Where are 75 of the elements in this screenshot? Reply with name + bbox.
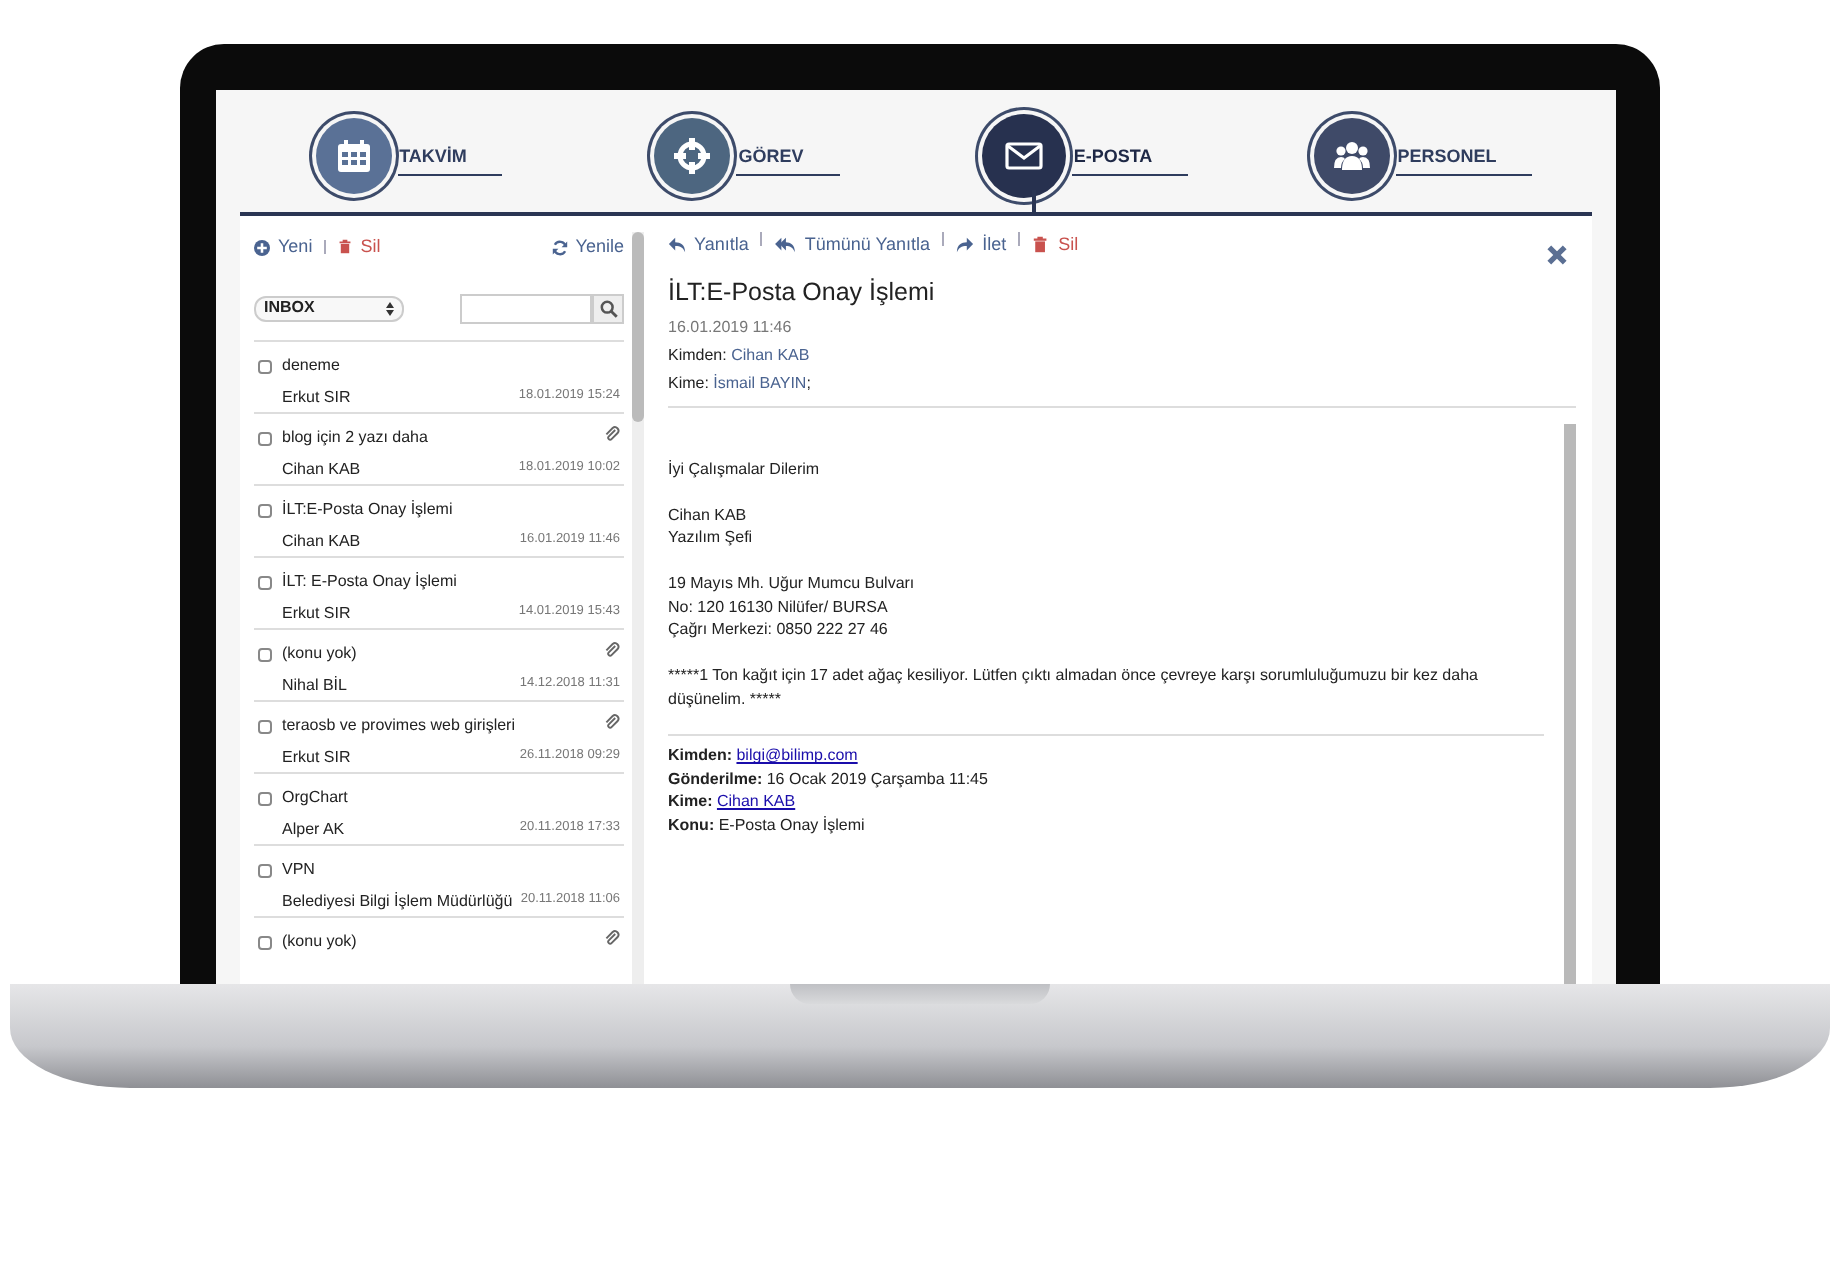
forward-button[interactable]: İlet — [956, 232, 1007, 259]
mail-date: 16.01.2019 11:46 — [668, 315, 794, 340]
message-subject: VPN — [282, 857, 315, 881]
refresh-button[interactable]: Yenile — [551, 234, 624, 261]
mail-subject: İLT:E-Posta Onay İşlemi — [668, 276, 937, 310]
mail-meta-line: Kimden: Cihan KAB — [668, 343, 812, 368]
header-line: Kimden: bilgi@bilimp.com — [668, 744, 860, 768]
reply-arrow-icon — [668, 236, 686, 255]
body-text: *****1 Ton kağıt için 17 adet ağaç kesiliyor. Lütfen çıktı almadan önce çevreye karşı sorumluluğumuzu bir kez daha düşünelim. ***** — [668, 664, 1480, 711]
folder-dropdown[interactable]: INBOX — [254, 295, 404, 321]
search-button[interactable] — [592, 293, 624, 323]
crosshair-icon — [672, 136, 713, 176]
message-sender: Erkut SIR — [282, 601, 351, 625]
refresh-icon — [551, 239, 568, 256]
header-line: Gönderilme: 16 Ocak 2019 Çarşamba 11:45 — [668, 767, 990, 791]
header-line: Kime: Cihan KAB — [668, 790, 798, 814]
search-field[interactable] — [460, 293, 592, 323]
message-subject: deneme — [282, 353, 340, 377]
body-text: No: 120 16130 Nilüfer/ BURSA — [668, 595, 890, 619]
message-sender: Cihan KAB — [282, 457, 361, 481]
people-icon — [1331, 136, 1372, 176]
nav-tab[interactable]: GÖREV — [578, 90, 916, 212]
message-subject: blog için 2 yazı daha — [282, 425, 428, 449]
email-link[interactable]: bilgi@bilimp.com — [736, 746, 858, 765]
email-link[interactable]: Cihan KAB — [716, 792, 796, 811]
reply-all-arrow-icon — [774, 236, 797, 255]
message-sender: Belediyesi Bilgi İşlem Müdürlüğü — [282, 889, 513, 913]
message-subject: OrgChart — [282, 785, 348, 809]
message-subject: (konu yok) — [282, 641, 357, 665]
checkbox[interactable] — [258, 647, 272, 661]
contact-link[interactable]: Cihan KAB — [731, 345, 810, 364]
delete-button[interactable]: Sil — [1032, 232, 1079, 259]
trash-icon — [338, 238, 353, 257]
checkbox[interactable] — [258, 575, 272, 589]
message-sender: Alper AK — [282, 817, 345, 841]
message-sender: Erkut SIR — [282, 385, 351, 409]
plus-circle-icon — [254, 239, 270, 256]
header-line: Konu: E-Posta Onay İşlemi — [668, 813, 867, 837]
reply-button[interactable]: Yanıtla — [668, 232, 749, 259]
reply-all-button[interactable]: Tümünü Yanıtla — [774, 232, 931, 259]
close-icon[interactable] — [1546, 244, 1568, 266]
nav-tab[interactable]: TAKVİM — [240, 90, 578, 212]
scrollbar-thumb[interactable] — [632, 232, 644, 422]
nav-tab[interactable]: PERSONEL — [1254, 90, 1592, 212]
checkbox[interactable] — [258, 719, 272, 733]
message-subject: İLT:E-Posta Onay İşlemi — [282, 497, 453, 521]
checkbox[interactable] — [258, 431, 272, 445]
checkbox[interactable] — [258, 791, 272, 805]
message-sender: Cihan KAB — [282, 529, 361, 553]
body-text: Yazılım Şefi — [668, 526, 755, 550]
mail-meta-line: Kime: İsmail BAYIN; — [668, 371, 813, 396]
new-button[interactable]: Yeni — [254, 234, 313, 261]
message-subject: (konu yok) — [282, 929, 357, 953]
sort-caret-icon — [386, 301, 394, 315]
message-sender: Erkut SIR — [282, 745, 351, 769]
message-sender: Nihal BİL — [282, 673, 347, 697]
body-text: İyi Çalışmalar Dilerim — [668, 457, 822, 481]
contact-link[interactable]: İsmail BAYIN — [713, 373, 807, 392]
checkbox[interactable] — [258, 863, 272, 877]
body-text: Çağrı Merkezi: 0850 222 27 46 — [668, 618, 890, 642]
body-text: Cihan KAB — [668, 503, 749, 527]
checkbox[interactable] — [258, 503, 272, 517]
message-subject: teraosb ve provimes web girişleri — [282, 713, 515, 737]
message-subject: İLT: E-Posta Onay İşlemi — [282, 569, 457, 593]
checkbox[interactable] — [258, 935, 272, 949]
envelope-icon — [1003, 136, 1044, 176]
checkbox[interactable] — [258, 359, 272, 373]
body-text: 19 Mayıs Mh. Uğur Mumcu Bulvarı — [668, 572, 917, 596]
nav-tab[interactable]: E-POSTA — [916, 90, 1254, 212]
scrollbar-thumb[interactable] — [1564, 423, 1576, 984]
delete-button[interactable]: Sil — [338, 234, 381, 261]
search-icon — [599, 299, 617, 317]
calendar-icon — [333, 136, 374, 176]
forward-arrow-icon — [956, 236, 975, 255]
trash-icon — [1032, 236, 1051, 255]
